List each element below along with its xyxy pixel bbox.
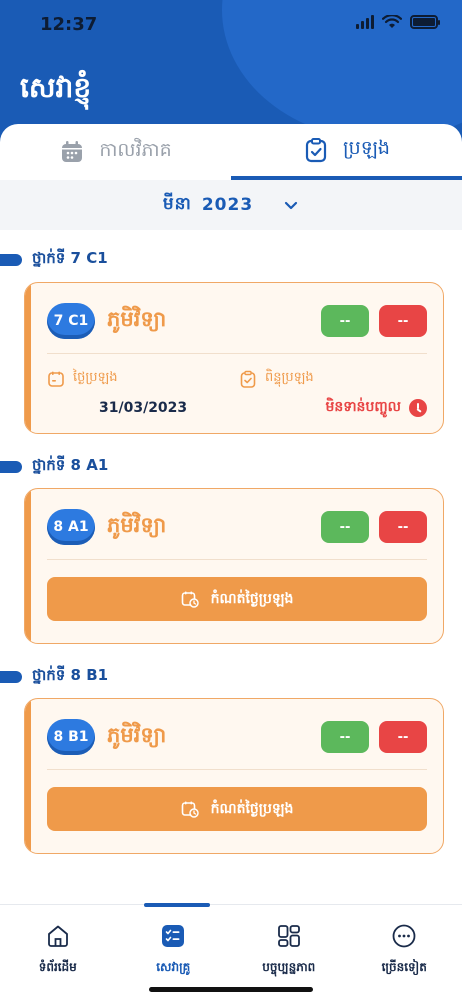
subject-name: ភូមិវិទ្យា <box>107 306 167 331</box>
battery-icon <box>410 15 440 29</box>
score-red-button[interactable]: -- <box>379 721 427 753</box>
class-badge: 7 C1 <box>47 303 95 339</box>
subject-name: ភូមិវិទ្យា <box>107 722 167 747</box>
class-heading-text: ថ្នាក់ទី 8 B1 <box>32 666 109 684</box>
month-selector[interactable]: មីនា 2023 <box>0 180 462 230</box>
nav-updates[interactable]: បច្ចុប្បន្នភាព <box>231 905 347 985</box>
nav-home[interactable]: ទំព័រដើម <box>0 905 116 985</box>
year-label: 2023 <box>201 195 254 215</box>
exam-date-header: ថ្ងៃប្រឡង <box>47 369 187 388</box>
tab-exam-label: ប្រឡង <box>343 137 390 159</box>
set-exam-date-label: កំណត់ថ្ងៃប្រឡង <box>210 800 294 817</box>
calendar-icon <box>48 371 64 387</box>
exam-info-row: ថ្ងៃប្រឡង 31/03/2023 ពិន្ទុប្រឡង មិនទាន់… <box>47 369 427 429</box>
exam-score-label: ពិន្ទុប្រឡង <box>265 370 314 385</box>
class-heading-marker <box>0 254 22 266</box>
nav-updates-label: បច្ចុប្បន្នភាព <box>262 960 316 974</box>
clock-icon <box>409 398 427 417</box>
calendar-clock-icon <box>181 801 199 818</box>
exam-date-label: ថ្ងៃប្រឡង <box>73 370 118 385</box>
score-red-button[interactable]: -- <box>379 511 427 543</box>
card-divider <box>47 353 427 354</box>
nav-more[interactable]: ច្រើនទៀត <box>347 905 462 985</box>
grid-icon <box>277 925 300 947</box>
bottom-navigation: ទំព័រដើម សេវាគ្រូ បច្ចុប្បន្នភាព ច្រើនទៀ… <box>0 903 462 1000</box>
card-accent <box>25 283 31 433</box>
nav-teacher-services[interactable]: សេវាគ្រូ <box>116 905 232 985</box>
nav-more-label: ច្រើនទៀត <box>381 960 427 974</box>
class-badge: 8 B1 <box>47 719 95 755</box>
status-bar: 12:37 <box>0 0 462 50</box>
page-title: សេវាខ្ញុំ <box>20 71 92 104</box>
active-tab-indicator <box>144 903 210 907</box>
class-heading-8b1: ថ្នាក់ទី 8 B1 <box>0 666 108 688</box>
exam-date-block: ថ្ងៃប្រឡង 31/03/2023 <box>47 369 187 416</box>
wifi-icon <box>382 15 402 28</box>
exam-card-8b1[interactable]: 8 B1 ភូមិវិទ្យា -- -- កំណត់ថ្ងៃប្រឡង <box>24 698 444 854</box>
tab-schedule[interactable]: កាលវិភាគ <box>0 124 231 180</box>
card-header: 8 B1 ភូមិវិទ្យា -- -- <box>47 717 427 757</box>
exam-score-block: ពិន្ទុប្រឡង <box>239 369 314 388</box>
score-status: មិនទាន់បញ្ចូល <box>325 397 427 418</box>
exam-card-8a1[interactable]: 8 A1 ភូមិវិទ្យា -- -- កំណត់ថ្ងៃប្រឡង <box>24 488 444 644</box>
class-heading-text: ថ្នាក់ទី 8 A1 <box>32 456 109 474</box>
status-icons <box>356 15 440 29</box>
more-icon <box>392 924 416 948</box>
home-indicator <box>149 987 313 992</box>
class-heading-marker <box>0 671 22 683</box>
class-heading-8a1: ថ្នាក់ទី 8 A1 <box>0 456 108 478</box>
tab-schedule-label: កាលវិភាគ <box>99 139 172 161</box>
clipboard-check-icon <box>305 138 327 163</box>
exam-score-header: ពិន្ទុប្រឡង <box>239 369 314 388</box>
calendar-icon <box>62 141 83 162</box>
score-red-button[interactable]: -- <box>379 305 427 337</box>
score-green-button[interactable]: -- <box>321 721 369 753</box>
card-divider <box>47 559 427 560</box>
class-heading-marker <box>0 461 22 473</box>
home-icon <box>47 925 68 947</box>
set-exam-date-button[interactable]: កំណត់ថ្ងៃប្រឡង <box>47 577 427 621</box>
exam-date-value: 31/03/2023 <box>99 400 188 416</box>
chevron-down-icon <box>285 201 298 210</box>
card-accent <box>25 489 31 643</box>
calendar-clock-icon <box>181 591 199 608</box>
set-exam-date-button[interactable]: កំណត់ថ្ងៃប្រឡង <box>47 787 427 831</box>
tab-exam[interactable]: ប្រឡង <box>231 124 462 180</box>
exam-card-7c1[interactable]: 7 C1 ភូមិវិទ្យា -- -- ថ្ងៃប្រឡង 31/03/20… <box>24 282 444 434</box>
subject-name: ភូមិវិទ្យា <box>107 512 167 537</box>
class-heading-7c1: ថ្នាក់ទី 7 C1 <box>0 249 108 271</box>
card-header: 8 A1 ភូមិវិទ្យា -- -- <box>47 507 427 547</box>
signal-icon <box>356 15 374 29</box>
tab-bar: កាលវិភាគ ប្រឡង <box>0 124 462 180</box>
card-divider <box>47 769 427 770</box>
set-exam-date-label: កំណត់ថ្ងៃប្រឡង <box>210 590 294 607</box>
clipboard-check-icon <box>240 370 256 388</box>
score-green-button[interactable]: -- <box>321 305 369 337</box>
checklist-icon <box>162 925 185 947</box>
status-time: 12:37 <box>40 14 98 35</box>
nav-home-label: ទំព័រដើម <box>38 960 77 974</box>
score-green-button[interactable]: -- <box>321 511 369 543</box>
score-status-text: មិនទាន់បញ្ចូល <box>325 399 401 415</box>
class-heading-text: ថ្នាក់ទី 7 C1 <box>32 249 108 267</box>
nav-teacher-services-label: សេវាគ្រូ <box>156 960 191 974</box>
card-accent <box>25 699 31 853</box>
month-label: មីនា <box>162 193 192 214</box>
class-badge: 8 A1 <box>47 509 95 545</box>
card-header: 7 C1 ភូមិវិទ្យា -- -- <box>47 301 427 341</box>
